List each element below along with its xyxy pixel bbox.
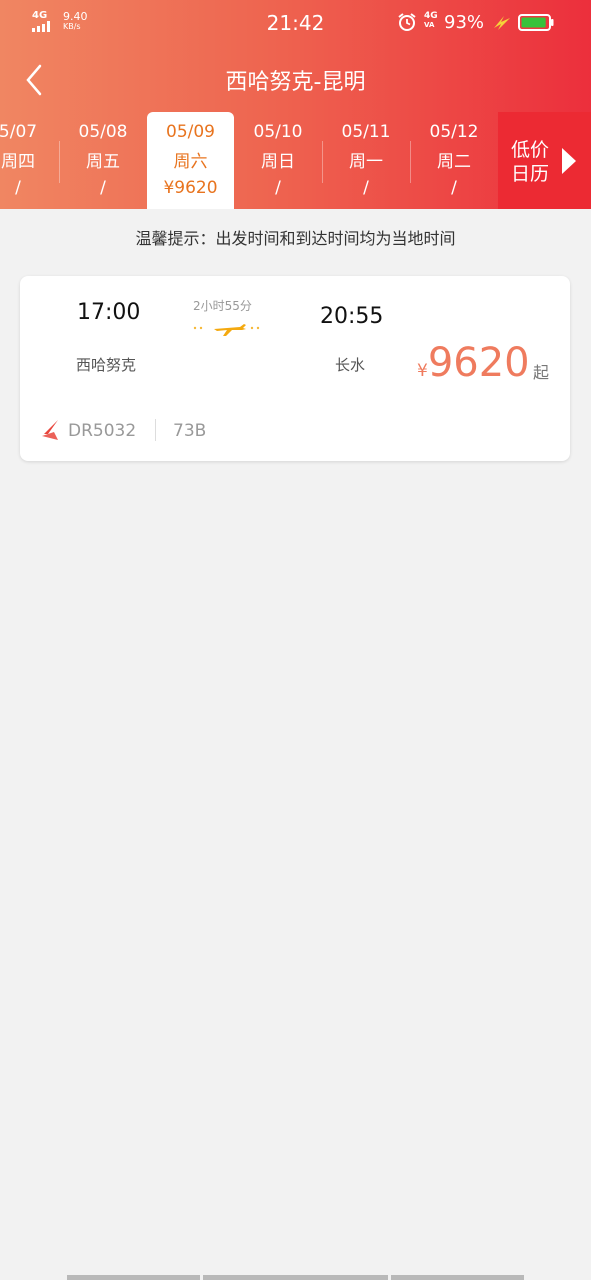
date-tab-date: 05/11 (341, 122, 391, 142)
aircraft-type: 73B (173, 421, 207, 441)
battery-percent: 93% (444, 12, 485, 33)
date-tab-date: 05/12 (429, 122, 479, 142)
date-tab-price: / (451, 178, 457, 198)
notice-text: 温馨提示：出发时间和到达时间均为当地时间 (135, 229, 456, 248)
flight-card[interactable]: 17:00 2小时55分 20:55 西哈努克 长水 ¥9620 起 DR503… (20, 276, 570, 461)
date-tab-date: 05/08 (78, 122, 128, 142)
date-strip[interactable]: 5/07 周四 / 05/08 周五 / 05/09 周六 ¥9620 05/1… (0, 112, 498, 209)
airline-logo-icon (42, 420, 58, 440)
arrival-airport: 长水 (335, 356, 366, 374)
date-tab-selected[interactable]: 05/09 周六 ¥9620 (147, 112, 234, 209)
low-price-calendar-button[interactable]: 低价 日历 (498, 112, 591, 209)
date-tab[interactable]: 05/12 周二 / (410, 112, 498, 209)
date-tab-date: 05/09 (166, 122, 215, 142)
departure-time: 17:00 (77, 300, 141, 325)
date-tab-price: / (275, 178, 281, 198)
charging-icon (494, 16, 510, 30)
date-tab-price: / (15, 178, 21, 198)
bottom-bar-segment (67, 1275, 200, 1280)
currency-symbol: ¥ (417, 361, 428, 381)
date-tab[interactable]: 5/07 周四 / (0, 112, 62, 209)
date-tab-weekday: 周五 (86, 152, 120, 172)
date-tab-weekday: 周二 (437, 152, 471, 172)
date-tab-weekday: 周日 (261, 152, 295, 172)
price-amount: 9620 (427, 340, 530, 386)
divider (155, 419, 156, 441)
flight-number: DR5032 (68, 421, 137, 441)
bottom-bar-segment (391, 1275, 524, 1280)
date-tab-weekday: 周六 (173, 152, 208, 172)
triangle-right-icon (562, 148, 576, 174)
status-bar: 4G 9.40 KB/s 21:42 4G VA 93% (0, 0, 591, 46)
arrival-time: 20:55 (320, 304, 384, 329)
date-tab-price: / (363, 178, 369, 198)
signal2-label: 4G VA (424, 11, 438, 30)
departure-airport: 西哈努克 (76, 356, 137, 374)
date-tab-weekday: 周一 (349, 152, 383, 172)
date-tab-weekday: 周四 (1, 152, 35, 172)
page-title: 西哈努克-昆明 (225, 70, 366, 95)
date-tab-date: 5/07 (0, 122, 38, 142)
alarm-icon (398, 13, 416, 31)
flight-duration: 2小时55分 (193, 299, 252, 313)
price-suffix: 起 (533, 363, 550, 382)
date-tab-date: 05/10 (253, 122, 303, 142)
bottom-bar-segment (203, 1275, 388, 1280)
flight-price: ¥9620 (417, 340, 530, 386)
airplane-icon (193, 324, 260, 336)
calendar-button-label: 低价 日历 (511, 139, 550, 185)
header: 4G 9.40 KB/s 21:42 4G VA 93% 西哈努克-昆明 5/0… (0, 0, 591, 209)
date-tab[interactable]: 05/08 周五 / (59, 112, 147, 209)
battery-icon (518, 14, 554, 31)
date-tab[interactable]: 05/11 周一 / (322, 112, 410, 209)
date-tab-price: ¥9620 (163, 178, 218, 198)
date-tab[interactable]: 05/10 周日 / (234, 112, 322, 209)
date-tab-price: / (100, 178, 106, 198)
